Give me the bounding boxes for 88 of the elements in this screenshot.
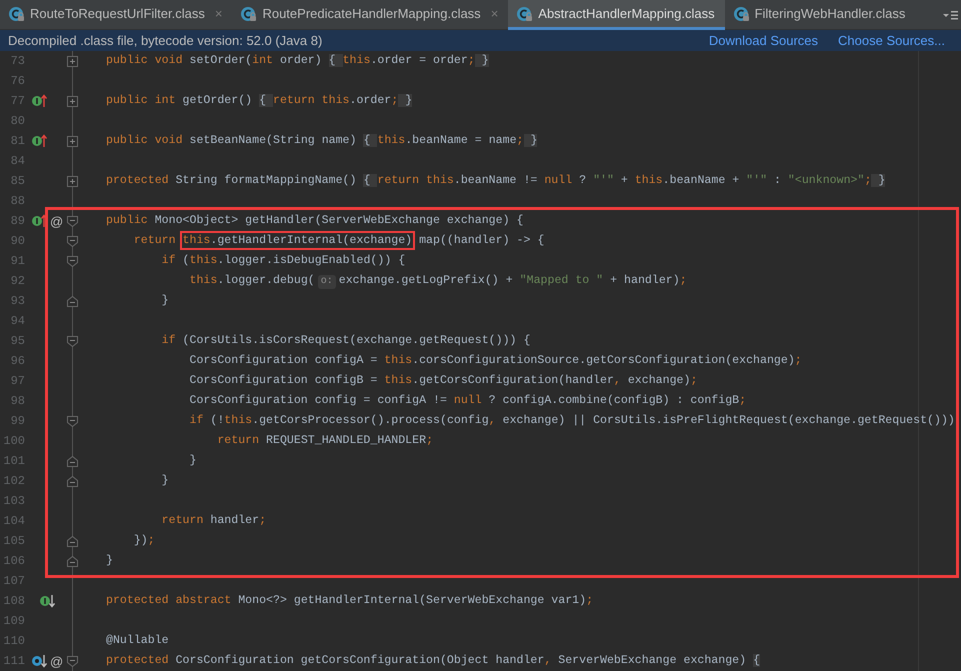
line-number: 90 <box>10 233 25 250</box>
code-line: CorsConfiguration config = configA != null ? configA.combine(configB) : configB; <box>188 393 746 409</box>
code-line: if (this.logger.isDebugEnabled()) { <box>160 253 406 269</box>
code-line: if (CorsUtils.isCorsRequest(exchange.getRequest())) { <box>160 333 530 349</box>
expand-icon <box>66 56 78 66</box>
class-file-icon <box>8 6 24 22</box>
editor-tab[interactable]: AbstractHandlerMapping.class <box>508 0 725 30</box>
line-number: 94 <box>10 313 25 330</box>
line-number: 80 <box>10 113 25 130</box>
line-number: 97 <box>10 373 25 390</box>
line-number: 103 <box>2 493 25 510</box>
fold-icon <box>66 456 78 466</box>
line-number: 108 <box>2 593 25 610</box>
code-line: @Nullable <box>106 633 169 649</box>
code-line: CorsConfiguration configB = this.getCorsConfiguration(handler, exchange); <box>188 373 698 389</box>
override-icon <box>31 213 47 229</box>
code-line: public int getOrder() { return this.order; } <box>106 93 412 109</box>
fold-icon <box>66 536 78 546</box>
code-line: protected CorsConfiguration getCorsConfiguration(Object handler, ServerWebExchange exchange) { <box>106 653 760 669</box>
code-line: CorsConfiguration configA = this.corsConfigurationSource.getCorsConfiguration(exchange); <box>188 353 802 369</box>
line-number: 111 <box>2 653 25 670</box>
expand-icon <box>66 136 78 146</box>
line-number: 107 <box>2 573 25 590</box>
fold-icon <box>66 416 78 426</box>
parameter-hint: o: <box>318 275 336 289</box>
overridden-icon <box>31 653 47 669</box>
line-number: 89 <box>10 213 25 230</box>
line-number: 77 <box>10 93 25 110</box>
code-line: if (!this.getCorsProcessor().process(config, exchange) || CorsUtils.isPreFlightRequest(exchange.getRequest())) <box>188 413 955 429</box>
editor-tab[interactable]: RouteToRequestUrlFilter.class × <box>0 0 232 30</box>
code-line: } <box>188 453 196 469</box>
link[interactable]: Choose Sources... <box>838 30 945 50</box>
expand-icon <box>66 176 78 186</box>
link[interactable]: Download Sources <box>708 30 818 50</box>
line-number: 85 <box>10 173 25 190</box>
notice-text: Decompiled .class file, bytecode version: 52.0 (Java 8) <box>8 32 322 50</box>
code-line: return this.getHandlerInternal(exchange) map((handler) -> { <box>106 231 544 251</box>
override-icon <box>31 133 47 149</box>
code-line: } <box>160 293 169 309</box>
line-number: 91 <box>10 253 25 270</box>
line-number: 100 <box>2 433 25 450</box>
line-number: 96 <box>10 353 25 370</box>
line-number: 106 <box>2 553 25 570</box>
line-number: 101 <box>2 453 25 470</box>
fold-icon <box>66 256 78 266</box>
line-number: 98 <box>10 393 25 410</box>
line-number: 92 <box>10 273 25 290</box>
line-number: 95 <box>10 333 25 350</box>
line-number: 93 <box>10 293 25 310</box>
fold-icon <box>66 556 78 566</box>
annotation-mark: @ <box>50 654 64 668</box>
fold-icon <box>66 236 78 246</box>
code-line: protected String formatMappingName() { return this.beanName != null ? "'" + this.beanName + "'" : "<unknown>"; } <box>106 173 886 189</box>
line-number: 73 <box>10 53 25 70</box>
fold-icon <box>66 216 78 226</box>
line-number: 76 <box>10 73 25 90</box>
code-line: public void setBeanName(String name) { this.beanName = name; } <box>106 133 538 149</box>
line-number: 84 <box>10 153 25 170</box>
line-number: 88 <box>10 193 25 210</box>
class-file-icon <box>732 6 749 22</box>
code-line: return handler; <box>160 513 266 529</box>
line-number: 110 <box>2 633 25 650</box>
code-line: protected abstract Mono<?> getHandlerInternal(ServerWebExchange var1); <box>106 593 594 609</box>
fold-icon <box>66 296 78 306</box>
annotation-mark: @ <box>50 214 64 228</box>
fold-icon <box>66 336 78 346</box>
line-number: 81 <box>10 133 25 150</box>
editor-tab[interactable]: RoutePredicateHandlerMapping.class × <box>232 0 508 30</box>
fold-icon <box>66 476 78 486</box>
line-number: 102 <box>2 473 25 490</box>
code-line: } <box>160 473 169 489</box>
implemented-icon <box>39 593 55 609</box>
code-line: return REQUEST_HANDLED_HANDLER; <box>216 433 434 449</box>
line-number: 104 <box>2 513 25 530</box>
line-number: 109 <box>2 613 25 630</box>
line-number: 99 <box>10 413 25 430</box>
editor-tab[interactable]: FilteringWebHandler.class <box>724 0 916 30</box>
code-line: public void setOrder(int order) { this.order = order; } <box>106 53 489 69</box>
code-line: } <box>106 553 113 569</box>
code-line: public Mono<Object> getHandler(ServerWebExchange exchange) { <box>106 213 524 229</box>
expand-icon <box>66 96 78 106</box>
line-number: 105 <box>2 533 25 550</box>
fold-icon <box>66 656 78 666</box>
class-file-icon <box>516 6 532 22</box>
override-icon <box>31 93 47 109</box>
code-line: this.logger.debug( o: exchange.getLogPrefix() + "Mapped to " + handler); <box>188 273 687 291</box>
code-line: }); <box>132 533 155 549</box>
class-file-icon <box>240 6 256 22</box>
